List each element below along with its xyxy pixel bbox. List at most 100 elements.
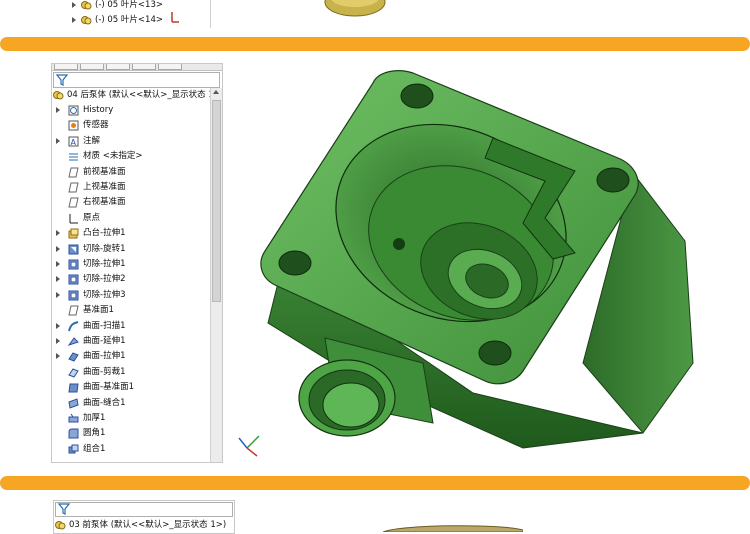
- tree-item-label: (-) 05 叶片<14>: [95, 15, 163, 25]
- expand-arrow-icon[interactable]: [72, 2, 76, 8]
- tree-item-label: 传感器: [83, 120, 109, 131]
- plane-icon: [68, 305, 79, 316]
- surface-extend-icon: [68, 337, 79, 346]
- axis-triad-icon[interactable]: [235, 428, 265, 460]
- tree-item[interactable]: 右视基准面: [52, 195, 210, 210]
- tree-item[interactable]: 圆角1: [52, 426, 210, 441]
- tree-item[interactable]: 切除-拉伸1: [52, 257, 210, 272]
- tab-feature-tree[interactable]: [54, 64, 78, 70]
- plane-icon: [68, 197, 79, 208]
- panel-tab-bar: [52, 64, 222, 71]
- tree-item[interactable]: 曲面-扫描1: [52, 319, 210, 334]
- svg-text:A: A: [71, 138, 77, 147]
- pump-body-3d-model[interactable]: [223, 63, 700, 461]
- filter-icon[interactable]: [56, 74, 68, 86]
- tree-item[interactable]: 曲面-拉伸1: [52, 349, 210, 364]
- filter-bar[interactable]: [55, 502, 233, 517]
- cut-revolve-icon: [68, 244, 79, 255]
- tree-item[interactable]: (-) 05 叶片<13>: [70, 0, 210, 13]
- tree-item[interactable]: 曲面-剪裁1: [52, 365, 210, 380]
- tab-display[interactable]: [158, 64, 182, 70]
- part-icon: [55, 521, 66, 530]
- tree-root[interactable]: 04 后泵体 (默认<<默认>_显示状态 1>): [52, 88, 222, 103]
- tree-item[interactable]: 曲面-延伸1: [52, 334, 210, 349]
- separator-band: [0, 37, 750, 51]
- expand-arrow-icon[interactable]: [56, 291, 60, 298]
- tree-item-label: 曲面-延伸1: [83, 336, 126, 346]
- origin-icon: [69, 213, 78, 224]
- expand-arrow-icon[interactable]: [56, 261, 60, 267]
- tree-item-label: 右视基准面: [83, 197, 126, 208]
- history-icon: [68, 105, 79, 116]
- tree-root[interactable]: 03 前泵体 (默认<<默认>_显示状态 1>): [54, 518, 232, 533]
- thicken-icon: [68, 413, 79, 423]
- tree-item-label: 基准面1: [83, 305, 114, 316]
- tree-item-label: 曲面-基准面1: [83, 382, 134, 393]
- tree-item-label: 圆角1: [83, 428, 106, 439]
- feature-manager-panel: 04 后泵体 (默认<<默认>_显示状态 1>) History 传感器 A 注解材质…: [51, 63, 223, 463]
- tree-item[interactable]: 加厚1: [52, 411, 210, 426]
- tree-item[interactable]: 切除-旋转1: [52, 242, 210, 257]
- graphics-viewport[interactable]: [223, 63, 700, 461]
- tree-item[interactable]: 原点: [52, 211, 210, 226]
- tree-item-label: 切除-旋转1: [83, 243, 126, 254]
- tree-item[interactable]: 上视基准面: [52, 180, 210, 195]
- combine-icon: [68, 444, 79, 454]
- annotation-icon: A: [68, 136, 79, 147]
- feature-manager-panel-bottom: 03 前泵体 (默认<<默认>_显示状态 1>): [53, 500, 235, 534]
- scroll-up-arrow-icon[interactable]: [213, 90, 219, 94]
- scroll-thumb[interactable]: [212, 100, 221, 302]
- top-strip: (-) 05 叶片<13> (-) 05 叶片<14>: [52, 0, 702, 28]
- fillet-icon: [68, 428, 79, 439]
- surface-trim-icon: [68, 368, 79, 378]
- surface-knit-icon: [68, 397, 79, 409]
- tab-property-manager[interactable]: [80, 64, 104, 70]
- surface-extrude-icon: [68, 352, 79, 363]
- expand-arrow-icon[interactable]: [56, 107, 60, 113]
- boss-extrude-icon: [68, 228, 79, 239]
- cut-extrude-icon: [68, 259, 79, 270]
- part-icon: [53, 91, 64, 100]
- tree-item[interactable]: 组合1: [52, 442, 210, 457]
- tree-item[interactable]: 切除-拉伸3: [52, 288, 210, 303]
- expand-arrow-icon[interactable]: [56, 338, 60, 344]
- expand-arrow-icon[interactable]: [56, 137, 60, 144]
- tree-item-label: History: [83, 105, 114, 115]
- tree-item[interactable]: (-) 05 叶片<14>: [70, 13, 210, 28]
- tree-item-label: 注解: [83, 135, 101, 146]
- tree-item[interactable]: 前视基准面: [52, 165, 210, 180]
- expand-arrow-icon[interactable]: [56, 276, 60, 283]
- tree-item[interactable]: 传感器: [52, 118, 210, 133]
- part-icon: [81, 1, 92, 10]
- filter-bar[interactable]: [53, 72, 220, 88]
- expand-arrow-icon[interactable]: [56, 322, 60, 329]
- tree-item[interactable]: 曲面-基准面1: [52, 380, 210, 395]
- tree-item[interactable]: A 注解: [52, 134, 210, 149]
- tree-item-label: 前视基准面: [83, 166, 126, 177]
- tree-root-label: 04 后泵体 (默认<<默认>_显示状态 1>): [67, 90, 223, 100]
- tree-item[interactable]: 凸台-拉伸1: [52, 226, 210, 241]
- tab-configuration[interactable]: [106, 64, 130, 70]
- expand-arrow-icon[interactable]: [56, 353, 60, 360]
- tree-item-label: 切除-拉伸1: [83, 259, 126, 269]
- tree-item[interactable]: 切除-拉伸2: [52, 272, 210, 287]
- expand-arrow-icon[interactable]: [56, 245, 60, 252]
- top-feature-tree: (-) 05 叶片<13> (-) 05 叶片<14>: [70, 0, 211, 28]
- tree-item[interactable]: History: [52, 103, 210, 118]
- tree-item[interactable]: 基准面1: [52, 303, 210, 318]
- tree-item-label: 原点: [83, 212, 101, 223]
- tree-item-label: 切除-拉伸3: [83, 289, 126, 300]
- feature-tree: History 传感器 A 注解材质 <未指定> 前视基准面上视基准面右视基准面原点凸台…: [52, 103, 210, 462]
- filter-icon[interactable]: [58, 503, 70, 515]
- tree-item-label: 组合1: [83, 443, 106, 454]
- brass-part-preview: [383, 525, 523, 532]
- tab-dimxpert[interactable]: [132, 64, 156, 70]
- plane-icon: [68, 167, 79, 178]
- tree-item[interactable]: 材质 <未指定>: [52, 149, 210, 164]
- tree-scrollbar[interactable]: [210, 88, 222, 462]
- tree-item[interactable]: 曲面-缝合1: [52, 396, 210, 411]
- brass-part-preview: [324, 0, 386, 17]
- expand-arrow-icon[interactable]: [72, 17, 76, 23]
- expand-arrow-icon[interactable]: [56, 230, 60, 237]
- material-icon: [69, 153, 78, 161]
